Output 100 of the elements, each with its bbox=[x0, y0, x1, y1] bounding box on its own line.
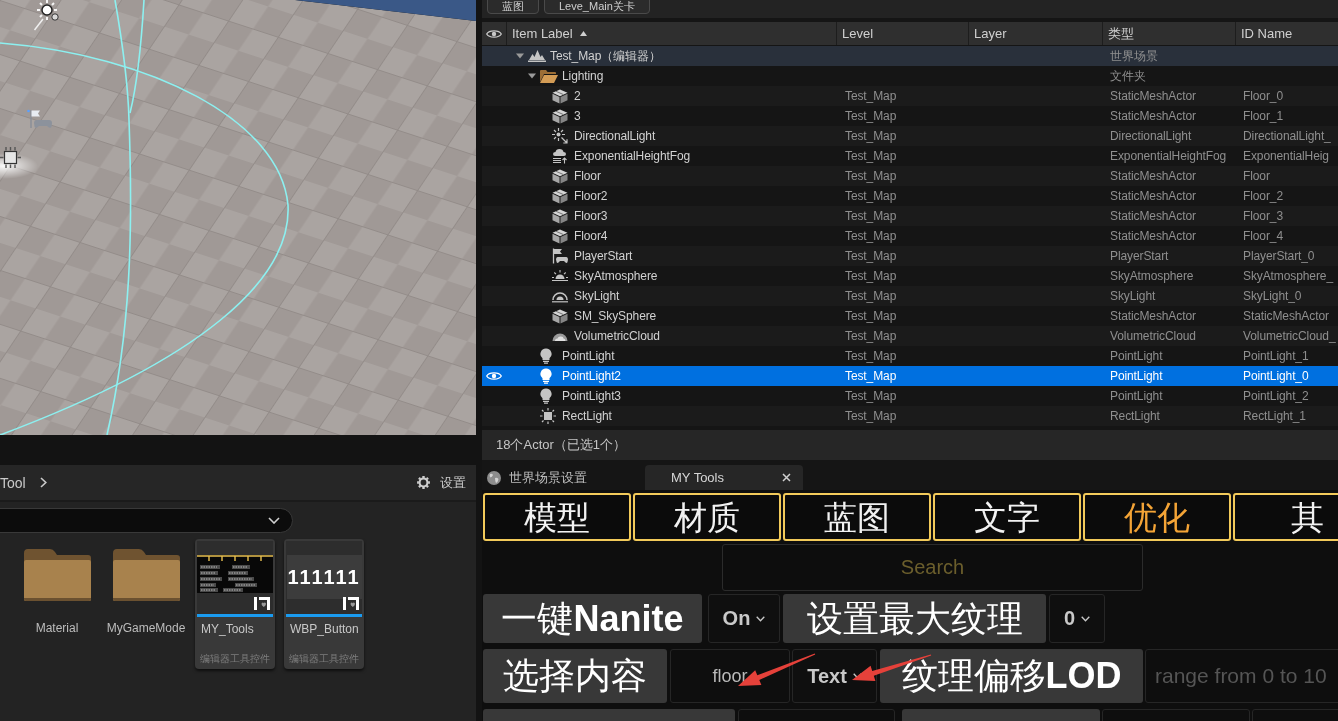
category-tab[interactable]: 模型 bbox=[483, 493, 631, 541]
level-name: Test_Map bbox=[845, 89, 897, 103]
category-tab[interactable]: 其 bbox=[1233, 493, 1338, 541]
category-tab[interactable]: 蓝图 bbox=[783, 493, 931, 541]
asset-name: Material bbox=[35, 621, 79, 635]
toolbar-tab[interactable]: 蓝图 bbox=[487, 0, 539, 14]
settings-button[interactable]: 设置 bbox=[416, 473, 466, 492]
tree-row[interactable]: RectLight Test_Map RectLight RectLight_1 bbox=[482, 406, 1338, 426]
dropdown[interactable]: Text bbox=[792, 649, 877, 703]
actor-label: ExponentialHeightFog bbox=[574, 149, 691, 163]
actor-id: Floor_3 bbox=[1243, 209, 1283, 223]
breadcrumb-link[interactable]: Tool bbox=[0, 474, 26, 491]
actor-label: SkyLight bbox=[574, 289, 620, 303]
action-button[interactable]: 纹理偏移LOD bbox=[880, 649, 1143, 703]
expand-triangle-icon[interactable] bbox=[516, 52, 524, 60]
actor-id: RectLight_1 bbox=[1243, 409, 1306, 423]
asset-name: MY_Tools bbox=[201, 622, 255, 636]
level-name: Test_Map bbox=[845, 269, 897, 283]
actor-label: VolumetricCloud bbox=[574, 329, 660, 343]
column-header[interactable]: Layer bbox=[968, 22, 1102, 45]
folder-icon[interactable] bbox=[112, 549, 180, 601]
tree-row[interactable]: Test_Map（编辑器） 世界场景 bbox=[482, 46, 1338, 66]
level-name: Test_Map bbox=[845, 149, 897, 163]
lightbulb-icon bbox=[540, 388, 552, 404]
actor-label: 2 bbox=[574, 89, 581, 103]
action-button[interactable]: 一键Nanite bbox=[483, 594, 702, 643]
action-button[interactable]: 设置最大纹理 bbox=[783, 594, 1046, 643]
tree-row[interactable]: 2 Test_Map StaticMeshActor Floor_0 bbox=[482, 86, 1338, 106]
actor-label: PlayerStart bbox=[574, 249, 633, 263]
frame-icon bbox=[254, 597, 270, 610]
actor-id: Floor_4 bbox=[1243, 229, 1283, 243]
actor-id: SkyAtmosphere_ bbox=[1243, 269, 1333, 283]
action-button[interactable]: 选择内容 bbox=[483, 649, 667, 703]
panel-tab[interactable]: 世界场景设置 bbox=[482, 465, 640, 490]
column-header[interactable]: ID Name bbox=[1235, 22, 1338, 45]
folder-icon[interactable] bbox=[23, 549, 91, 601]
panel-tab[interactable]: MY Tools bbox=[645, 465, 803, 490]
settings-icon bbox=[416, 475, 431, 490]
category-tab[interactable]: 优化 bbox=[1083, 493, 1231, 541]
level-name: Test_Map bbox=[845, 369, 897, 383]
chevron-right-icon[interactable] bbox=[39, 477, 47, 488]
actor-id: ExponentialHeig bbox=[1243, 149, 1329, 163]
actor-label: PointLight bbox=[562, 349, 615, 363]
level-name: Test_Map bbox=[845, 329, 897, 343]
cube-icon bbox=[552, 88, 568, 104]
dome-icon bbox=[552, 289, 568, 303]
tree-row[interactable]: Floor3 Test_Map StaticMeshActor Floor_3 bbox=[482, 206, 1338, 226]
toolbar-tab[interactable]: Leve_Main关卡 bbox=[544, 0, 650, 14]
tree-row[interactable]: PlayerStart Test_Map PlayerStart PlayerStart_0 bbox=[482, 246, 1338, 266]
actor-id: Floor_0 bbox=[1243, 89, 1283, 103]
actor-label: PointLight2 bbox=[562, 369, 621, 383]
column-header[interactable]: Level bbox=[836, 22, 968, 45]
button-preview: 111111 bbox=[286, 555, 362, 599]
actor-label: DirectionalLight bbox=[574, 129, 656, 143]
column-header[interactable]: 类型 bbox=[1102, 22, 1235, 45]
flag-icon[interactable] bbox=[27, 109, 53, 129]
frame-icon bbox=[343, 597, 359, 610]
tree-row[interactable]: VolumetricCloud Test_Map VolumetricCloud VolumetricCloud_ bbox=[482, 326, 1338, 346]
actor-label: SkyAtmosphere bbox=[574, 269, 658, 283]
search-field[interactable]: Search bbox=[722, 544, 1143, 591]
asset-name: MyGameMode bbox=[106, 621, 186, 635]
globe-icon bbox=[487, 470, 501, 485]
input-field[interactable]: floor bbox=[670, 649, 790, 703]
level-name: Test_Map bbox=[845, 289, 897, 303]
actor-type: 文件夹 bbox=[1110, 68, 1146, 83]
actor-label: Floor4 bbox=[574, 229, 608, 243]
dropdown[interactable]: 0 bbox=[1049, 594, 1105, 643]
tree-row[interactable]: PointLight2 Test_Map PointLight PointLight_0 bbox=[482, 366, 1338, 386]
tree-row[interactable]: DirectionalLight Test_Map DirectionalLight DirectionalLight_ bbox=[482, 126, 1338, 146]
actor-id: Floor bbox=[1243, 169, 1270, 183]
tree-row[interactable]: SkyLight Test_Map SkyLight SkyLight_0 bbox=[482, 286, 1338, 306]
level-name: Test_Map bbox=[845, 309, 897, 323]
column-header[interactable]: Item Label bbox=[506, 22, 836, 45]
expand-triangle-icon[interactable] bbox=[528, 72, 536, 80]
square-rays-icon[interactable] bbox=[0, 147, 21, 168]
sun-icon[interactable] bbox=[33, 0, 61, 31]
actor-type: PlayerStart bbox=[1110, 249, 1169, 263]
actor-id: Floor_2 bbox=[1243, 189, 1283, 203]
sun-arrow-icon bbox=[552, 128, 568, 144]
dropdown[interactable]: On bbox=[708, 594, 780, 643]
actor-id: StaticMeshActor bbox=[1243, 309, 1329, 323]
actor-type: PointLight bbox=[1110, 349, 1163, 363]
level-name: Test_Map bbox=[845, 129, 897, 143]
category-tab[interactable]: 文字 bbox=[933, 493, 1081, 541]
eye-icon[interactable] bbox=[486, 28, 502, 39]
level-name: Test_Map bbox=[845, 109, 897, 123]
actor-id: SkyLight_0 bbox=[1243, 289, 1302, 303]
actor-type: ExponentialHeightFog bbox=[1110, 149, 1227, 163]
level-name: Test_Map bbox=[845, 169, 897, 183]
cube-icon bbox=[552, 108, 568, 124]
level-name: Test_Map bbox=[845, 409, 897, 423]
close-icon[interactable] bbox=[782, 473, 791, 482]
input-field[interactable]: range from 0 to 10 bbox=[1145, 649, 1338, 703]
actor-label: Lighting bbox=[562, 69, 604, 83]
cube-icon bbox=[552, 308, 568, 324]
actor-count: 18个Actor（已选1个） bbox=[496, 436, 627, 454]
actor-type: SkyLight bbox=[1110, 289, 1156, 303]
category-tab[interactable]: 材质 bbox=[633, 493, 781, 541]
tree-row[interactable]: Floor Test_Map StaticMeshActor Floor bbox=[482, 166, 1338, 186]
actor-type: StaticMeshActor bbox=[1110, 209, 1196, 223]
